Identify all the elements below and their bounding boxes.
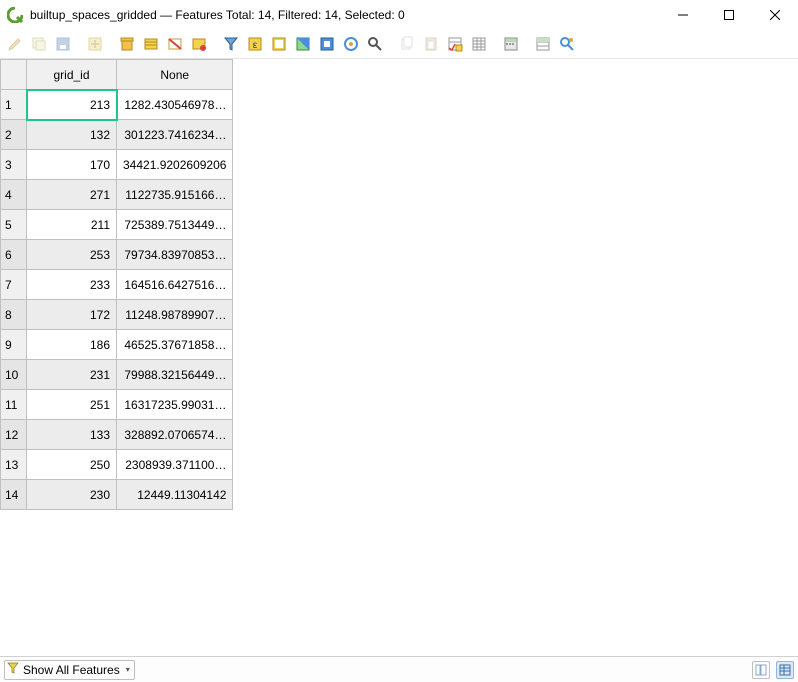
row-header[interactable]: 14	[1, 480, 27, 510]
cell-none[interactable]: 34421.9202609206	[117, 150, 233, 180]
invert-selection-icon[interactable]	[292, 33, 314, 55]
cell-none[interactable]: 12449.11304142	[117, 480, 233, 510]
row-header[interactable]: 5	[1, 210, 27, 240]
cell-none[interactable]: 328892.0706574…	[117, 420, 233, 450]
close-button[interactable]	[752, 0, 798, 30]
svg-text:ε: ε	[253, 40, 258, 51]
select-by-expression-icon[interactable]: ε	[244, 33, 266, 55]
row-header[interactable]: 3	[1, 150, 27, 180]
filter-icon	[7, 662, 19, 677]
field-calculator-icon[interactable]	[500, 33, 522, 55]
row-header[interactable]: 9	[1, 330, 27, 360]
cell-grid-id[interactable]: 233	[27, 270, 117, 300]
window-title: builtup_spaces_gridded — Features Total:…	[30, 8, 405, 22]
cell-none[interactable]: 79734.83970853…	[117, 240, 233, 270]
cell-none[interactable]: 79988.32156449…	[117, 360, 233, 390]
cell-grid-id[interactable]: 211	[27, 210, 117, 240]
row-header[interactable]: 2	[1, 120, 27, 150]
statusbar: Show All Features ▾	[0, 656, 798, 682]
cell-none[interactable]: 46525.37671858…	[117, 330, 233, 360]
row-header[interactable]: 7	[1, 270, 27, 300]
filter-mode-dropdown[interactable]: Show All Features ▾	[4, 660, 135, 680]
table-row[interactable]: 317034421.9202609206	[1, 150, 233, 180]
row-header[interactable]: 11	[1, 390, 27, 420]
table-row[interactable]: 5211725389.7513449…	[1, 210, 233, 240]
copy-icon[interactable]	[164, 33, 186, 55]
table-row[interactable]: 42711122735.915166…	[1, 180, 233, 210]
actions-icon[interactable]	[556, 33, 578, 55]
pencil-icon[interactable]	[4, 33, 26, 55]
table-view-button[interactable]	[776, 661, 794, 679]
cell-grid-id[interactable]: 251	[27, 390, 117, 420]
chevron-down-icon: ▾	[124, 665, 130, 674]
row-header[interactable]: 12	[1, 420, 27, 450]
table-row[interactable]: 625379734.83970853…	[1, 240, 233, 270]
delete-selected-icon[interactable]	[116, 33, 138, 55]
select-all-icon[interactable]	[268, 33, 290, 55]
toolbar: ε	[0, 30, 798, 58]
new-field-icon[interactable]	[444, 33, 466, 55]
cell-grid-id[interactable]: 132	[27, 120, 117, 150]
table-row[interactable]: 918646525.37671858…	[1, 330, 233, 360]
cell-grid-id[interactable]: 271	[27, 180, 117, 210]
cell-none[interactable]: 301223.7416234…	[117, 120, 233, 150]
copy-cell-icon[interactable]	[396, 33, 418, 55]
paste-icon[interactable]	[188, 33, 210, 55]
table-row[interactable]: 2132301223.7416234…	[1, 120, 233, 150]
cell-none[interactable]: 1122735.915166…	[117, 180, 233, 210]
titlebar: builtup_spaces_gridded — Features Total:…	[0, 0, 798, 30]
form-view-button[interactable]	[752, 661, 770, 679]
cut-icon[interactable]	[140, 33, 162, 55]
table-row[interactable]: 817211248.98789907…	[1, 300, 233, 330]
qgis-app-icon	[6, 6, 24, 24]
cell-grid-id[interactable]: 250	[27, 450, 117, 480]
zoom-to-selected-icon[interactable]	[364, 33, 386, 55]
attribute-table-scroll[interactable]: grid_id None 12131282.430546978…21323012…	[0, 59, 798, 656]
maximize-button[interactable]	[706, 0, 752, 30]
table-row[interactable]: 1023179988.32156449…	[1, 360, 233, 390]
cell-none[interactable]: 1282.430546978…	[117, 90, 233, 120]
paste-cell-icon[interactable]	[420, 33, 442, 55]
table-row[interactable]: 12133328892.0706574…	[1, 420, 233, 450]
deselect-all-icon[interactable]	[316, 33, 338, 55]
filter-selected-icon[interactable]	[340, 33, 362, 55]
table-row[interactable]: 7233164516.6427516…	[1, 270, 233, 300]
conditional-format-icon[interactable]	[532, 33, 554, 55]
cell-grid-id[interactable]: 213	[27, 90, 117, 120]
column-header-grid-id[interactable]: grid_id	[27, 60, 117, 90]
cell-grid-id[interactable]: 231	[27, 360, 117, 390]
cell-none[interactable]: 725389.7513449…	[117, 210, 233, 240]
row-header[interactable]: 10	[1, 360, 27, 390]
table-row[interactable]: 1125116317235.99031…	[1, 390, 233, 420]
cell-none[interactable]: 11248.98789907…	[117, 300, 233, 330]
multiedit-icon[interactable]	[28, 33, 50, 55]
cell-none[interactable]: 2308939.371100…	[117, 450, 233, 480]
table-row[interactable]: 12131282.430546978…	[1, 90, 233, 120]
row-header[interactable]: 8	[1, 300, 27, 330]
table-row[interactable]: 132502308939.371100…	[1, 450, 233, 480]
cell-grid-id[interactable]: 230	[27, 480, 117, 510]
minimize-button[interactable]	[660, 0, 706, 30]
filter-mode-label: Show All Features	[23, 663, 120, 677]
row-header[interactable]: 6	[1, 240, 27, 270]
cell-none[interactable]: 164516.6427516…	[117, 270, 233, 300]
column-header-none[interactable]: None	[117, 60, 233, 90]
delete-field-icon[interactable]	[468, 33, 490, 55]
cell-grid-id[interactable]: 172	[27, 300, 117, 330]
row-header[interactable]: 13	[1, 450, 27, 480]
row-header[interactable]: 1	[1, 90, 27, 120]
row-header[interactable]: 4	[1, 180, 27, 210]
save-edits-icon[interactable]	[52, 33, 74, 55]
cell-grid-id[interactable]: 170	[27, 150, 117, 180]
add-feature-icon[interactable]	[84, 33, 106, 55]
corner-header[interactable]	[1, 60, 27, 90]
cell-grid-id[interactable]: 186	[27, 330, 117, 360]
table-row[interactable]: 1423012449.11304142	[1, 480, 233, 510]
cell-grid-id[interactable]: 253	[27, 240, 117, 270]
filter-icon[interactable]	[220, 33, 242, 55]
cell-grid-id[interactable]: 133	[27, 420, 117, 450]
attribute-table: grid_id None 12131282.430546978…21323012…	[0, 59, 233, 510]
cell-none[interactable]: 16317235.99031…	[117, 390, 233, 420]
